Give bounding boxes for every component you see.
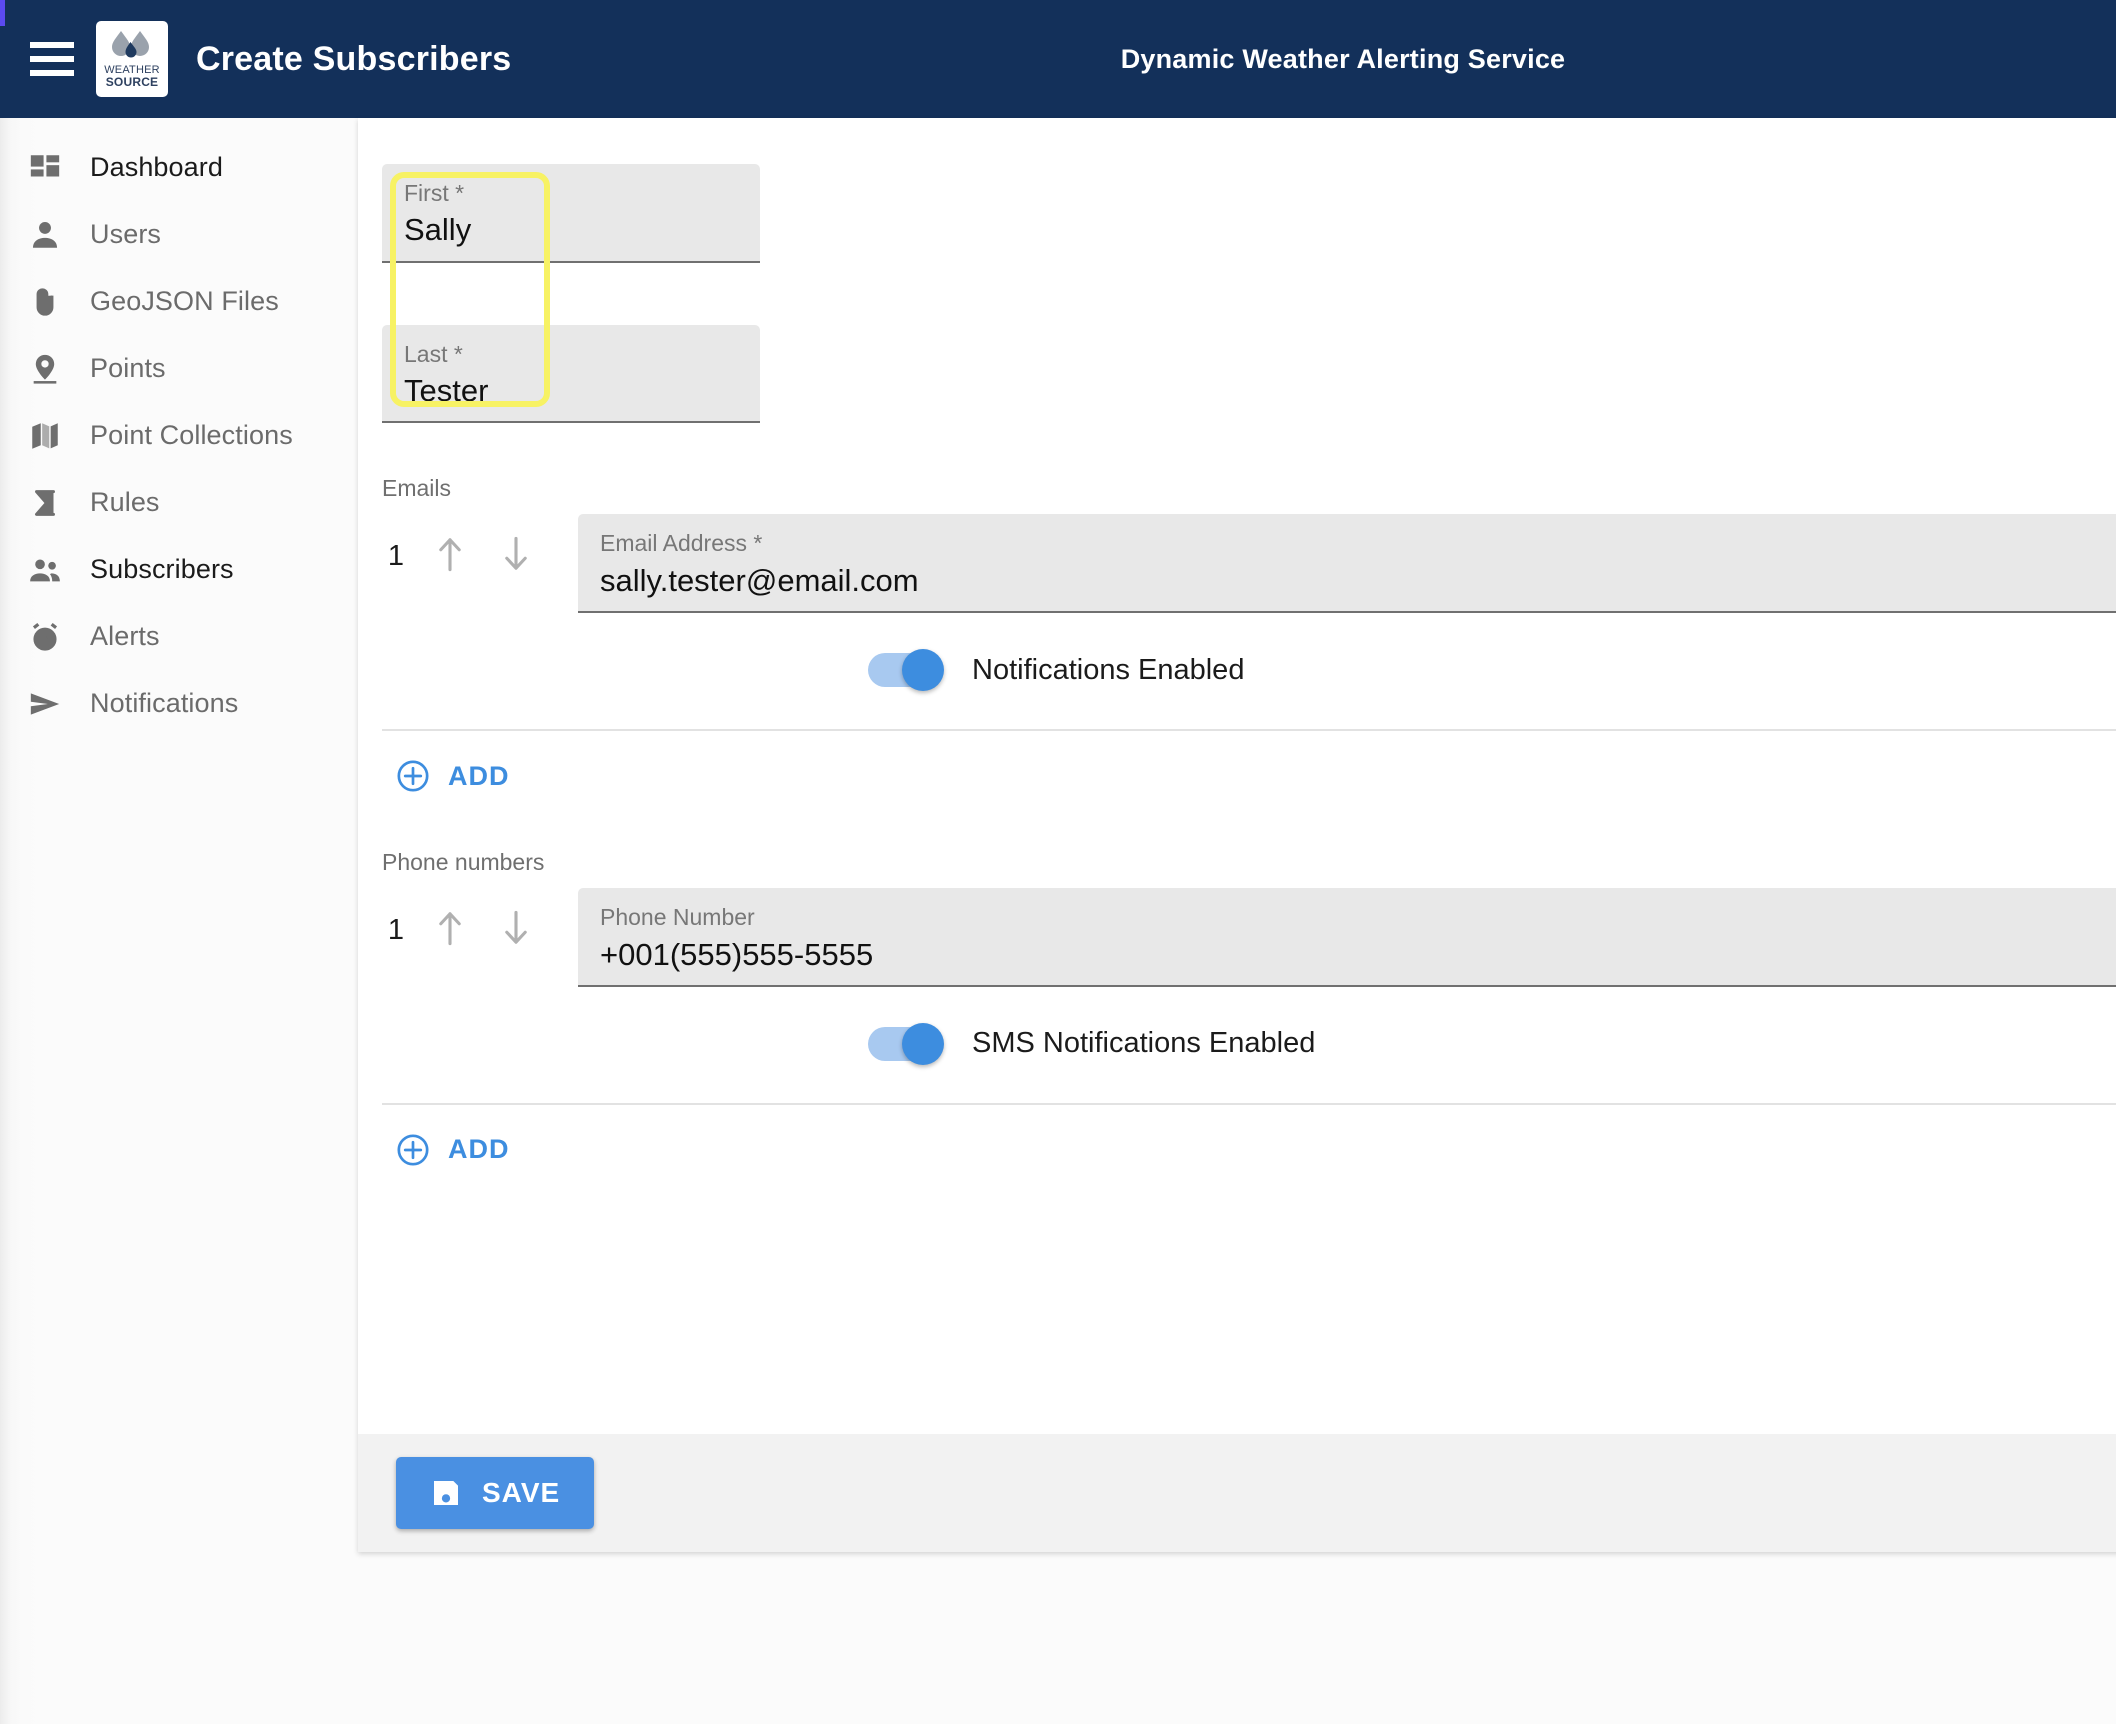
email-address-value: sally.tester@email.com	[600, 562, 919, 598]
sms-notifications-toggle-label: SMS Notifications Enabled	[972, 1027, 1316, 1060]
notifications-toggle-row: Notifications Enabled	[358, 649, 2116, 692]
last-name-label: Last *	[404, 340, 463, 367]
people-icon	[22, 547, 68, 593]
logo-line-2: SOURCE	[105, 75, 159, 90]
plus-circle-icon	[396, 1133, 430, 1167]
add-email-label: ADD	[448, 760, 510, 791]
header-accent-bar	[0, 0, 5, 26]
phone-row: 1 Phone Number +001(555)555-5555	[358, 888, 2116, 987]
first-name-label: First *	[404, 180, 465, 206]
phone-number-field[interactable]: Phone Number +001(555)555-5555	[578, 888, 2116, 987]
phone-number-label: Phone Number	[600, 904, 755, 931]
paperclip-icon	[22, 279, 68, 325]
sidebar-item-label: Dashboard	[90, 152, 223, 182]
sidebar-item-rules[interactable]: Rules	[0, 469, 358, 536]
move-down-icon[interactable]	[490, 902, 542, 954]
save-button[interactable]: SAVE	[396, 1457, 595, 1529]
add-email-button[interactable]: ADD	[358, 759, 2116, 793]
droplets-logo-icon	[112, 30, 149, 58]
sidebar-nav: Dashboard Users GeoJSON Files Points Poi	[0, 118, 358, 1724]
dashboard-icon	[22, 145, 68, 191]
map-icon	[22, 413, 68, 459]
add-phone-button[interactable]: ADD	[358, 1133, 2116, 1167]
move-up-icon[interactable]	[424, 902, 476, 954]
phone-number-value: +001(555)555-5555	[600, 936, 874, 972]
person-icon	[22, 212, 68, 258]
last-name-row: Last * Tester	[382, 324, 760, 424]
sidebar-item-label: Rules	[90, 487, 160, 517]
sigma-icon	[22, 480, 68, 526]
phones-section-label: Phone numbers	[382, 849, 545, 876]
plus-circle-icon	[396, 759, 430, 793]
notifications-toggle-label: Notifications Enabled	[972, 653, 1245, 686]
first-name-value: Sally	[404, 212, 472, 248]
notifications-toggle[interactable]	[868, 649, 944, 692]
phones-divider	[382, 1102, 2116, 1105]
email-row-index: 1	[387, 540, 405, 573]
send-icon	[22, 681, 68, 727]
sidebar-item-label: GeoJSON Files	[90, 286, 279, 316]
emails-section: Emails 1 Email Address * sally.tester@em…	[358, 475, 2116, 793]
subscriber-form-card: First * Sally Last * Tester Emails 1 Ema…	[358, 118, 2116, 1552]
add-phone-label: ADD	[448, 1134, 510, 1165]
last-name-value: Tester	[404, 373, 489, 409]
sms-notifications-toggle[interactable]	[868, 1022, 944, 1065]
phones-section: Phone numbers 1 Phone Number +001(555)55…	[358, 849, 2116, 1167]
sidebar-item-label: Notifications	[90, 688, 239, 718]
sidebar-item-label: Subscribers	[90, 554, 234, 584]
sidebar-item-alerts[interactable]: Alerts	[0, 603, 358, 670]
sidebar-item-subscribers[interactable]: Subscribers	[0, 536, 358, 603]
sidebar-item-label: Point Collections	[90, 420, 293, 450]
sidebar-item-label: Points	[90, 353, 166, 383]
sidebar-item-users[interactable]: Users	[0, 201, 358, 268]
name-block: First * Sally Last * Tester	[382, 164, 2116, 424]
map-pin-icon	[22, 346, 68, 392]
email-row: 1 Email Address * sally.tester@email.com	[358, 514, 2116, 614]
sidebar-item-point-collections[interactable]: Point Collections	[0, 402, 358, 469]
app-header: WEATHER SOURCE Create Subscribers Dynami…	[0, 0, 2116, 118]
sidebar-item-label: Users	[90, 219, 162, 249]
move-down-icon[interactable]	[490, 528, 542, 580]
move-up-icon[interactable]	[424, 528, 476, 580]
sidebar-item-notifications[interactable]: Notifications	[0, 670, 358, 737]
sidebar-item-points[interactable]: Points	[0, 335, 358, 402]
last-name-field[interactable]: Last * Tester	[382, 324, 760, 424]
save-disk-icon	[430, 1477, 462, 1509]
first-name-row: First * Sally	[382, 164, 760, 263]
toggle-knob	[902, 649, 944, 692]
app-title: Dynamic Weather Alerting Service	[1120, 43, 1566, 74]
sidebar-item-dashboard[interactable]: Dashboard	[0, 134, 358, 201]
sidebar-item-geojson-files[interactable]: GeoJSON Files	[0, 268, 358, 335]
email-address-field[interactable]: Email Address * sally.tester@email.com	[578, 514, 2116, 614]
weather-source-logo: WEATHER SOURCE	[96, 21, 168, 97]
sidebar-item-label: Alerts	[90, 621, 160, 651]
alarm-clock-icon	[22, 614, 68, 660]
save-button-label: SAVE	[482, 1477, 561, 1508]
form-body: First * Sally Last * Tester Emails 1 Ema…	[358, 118, 2116, 1436]
app-root: WEATHER SOURCE Create Subscribers Dynami…	[0, 0, 2116, 1724]
page-title: Create Subscribers	[196, 39, 512, 78]
emails-section-label: Emails	[382, 475, 452, 502]
toggle-knob	[902, 1022, 944, 1065]
first-name-field[interactable]: First * Sally	[382, 164, 760, 263]
form-footer: SAVE	[358, 1434, 2116, 1552]
hamburger-icon[interactable]	[30, 42, 74, 76]
emails-divider	[382, 729, 2116, 732]
logo-wordmark: WEATHER SOURCE	[104, 64, 160, 90]
phone-row-index: 1	[387, 914, 405, 947]
email-address-label: Email Address *	[600, 530, 763, 557]
sms-toggle-row: SMS Notifications Enabled	[358, 1022, 2116, 1065]
